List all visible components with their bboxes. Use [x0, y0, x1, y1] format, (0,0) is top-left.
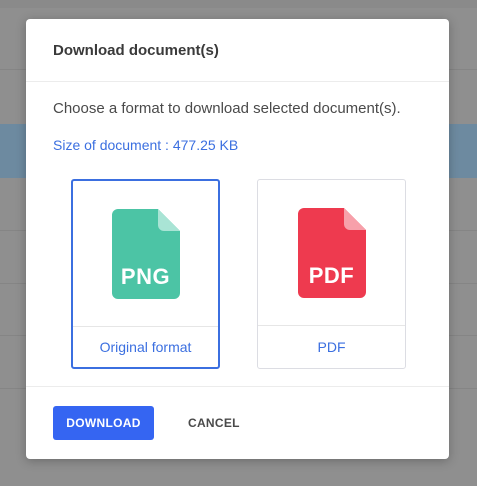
png-file-label: PNG	[120, 263, 171, 289]
format-option-label: Original format	[99, 339, 192, 355]
dialog-footer: DOWNLOAD CANCEL	[53, 406, 240, 440]
pdf-file-label: PDF	[308, 262, 355, 288]
pdf-file-icon: PDF	[297, 207, 366, 298]
download-dialog: Download document(s) Choose a format to …	[26, 19, 449, 459]
png-file-icon: PNG	[111, 208, 180, 299]
format-option-pdf[interactable]: PDF PDF	[257, 179, 406, 369]
option-icon-area: PDF	[258, 180, 405, 326]
download-button[interactable]: DOWNLOAD	[53, 406, 154, 440]
option-icon-area: PNG	[73, 181, 218, 327]
cancel-button[interactable]: CANCEL	[188, 416, 240, 430]
dialog-title: Download document(s)	[53, 41, 219, 59]
format-option-original[interactable]: PNG Original format	[71, 179, 220, 369]
background-header	[0, 0, 477, 8]
format-option-label: PDF	[317, 339, 346, 355]
document-size-text: Size of document : 477.25 KB	[53, 137, 239, 153]
dialog-description: Choose a format to download selected doc…	[53, 100, 401, 117]
format-options: PNG Original format PDF PDF	[71, 179, 406, 369]
dialog-header: Download document(s)	[26, 19, 449, 82]
